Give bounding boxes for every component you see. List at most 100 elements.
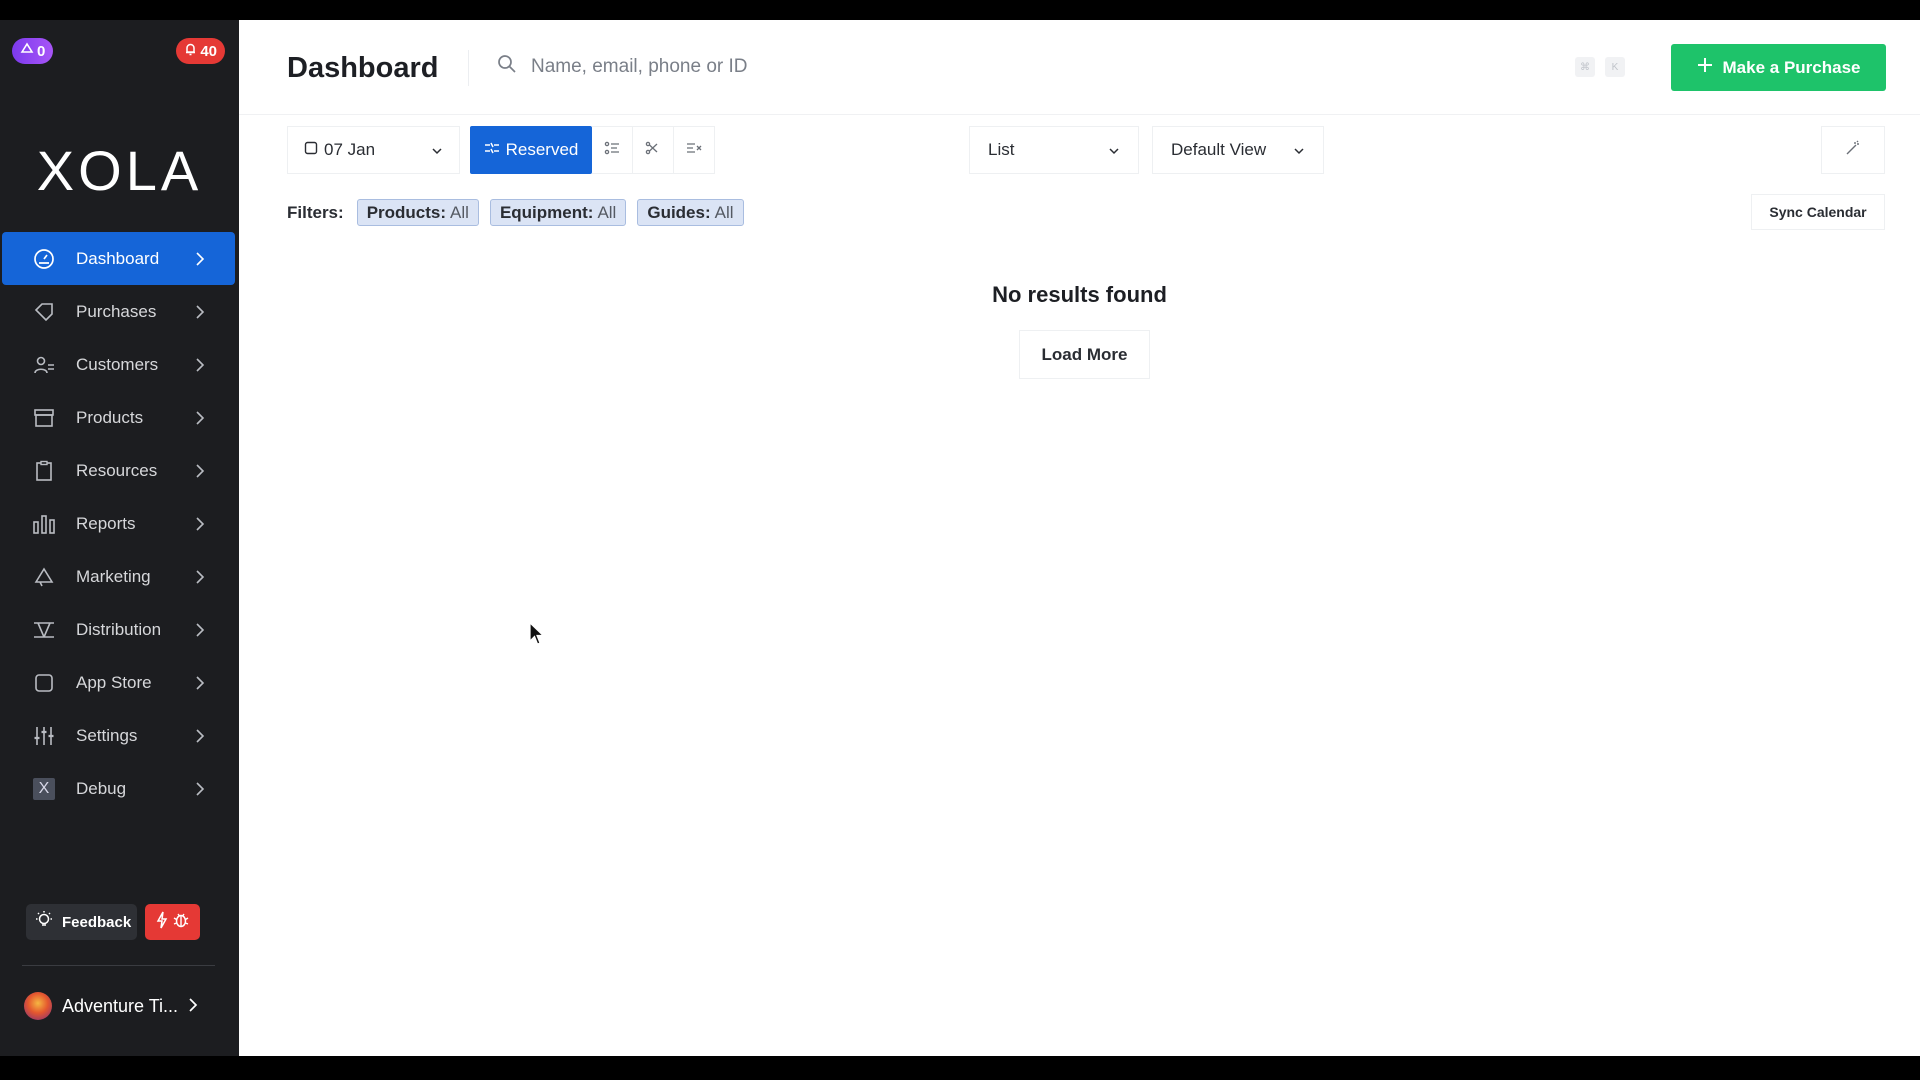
sidebar-item-marketing[interactable]: Marketing	[2, 550, 235, 603]
search-input[interactable]: Name, email, phone or ID	[531, 56, 748, 78]
account-name: Adventure Ti...	[62, 995, 179, 1016]
sidebar-item-label: Customers	[76, 354, 159, 374]
account-switcher[interactable]: Adventure Ti...	[24, 992, 198, 1020]
filter-chip-products[interactable]: Products: All	[356, 199, 479, 226]
clipboard-icon	[30, 460, 58, 482]
filter-chip-equipment[interactable]: Equipment: All	[489, 199, 627, 226]
sidebar-item-dashboard[interactable]: Dashboard	[2, 232, 235, 285]
sidebar-item-app-store[interactable]: App Store	[2, 656, 235, 709]
command-key: ⌘	[1575, 57, 1595, 77]
date-label: 07 Jan	[324, 140, 376, 159]
title-divider	[468, 50, 469, 86]
chip-key: Guides:	[647, 202, 711, 222]
mouse-cursor-icon	[529, 621, 545, 651]
page-title: Dashboard	[287, 52, 439, 84]
app-frame: 0 40 XOLA Dashboard Purchases Customers …	[0, 20, 1920, 1056]
view-mode-label: List	[988, 140, 1015, 159]
chip-key: Products:	[366, 202, 447, 222]
global-search[interactable]: Name, email, phone or ID	[497, 54, 748, 79]
chevron-right-icon	[193, 622, 207, 637]
sidebar-nav: Dashboard Purchases Customers Products R…	[2, 232, 235, 815]
header-divider	[239, 114, 1920, 115]
filters-label: Filters:	[287, 202, 344, 222]
sidebar-divider	[22, 965, 215, 966]
filters-bar: Filters: Products: All Equipment: All Gu…	[287, 199, 744, 226]
avatar	[24, 992, 52, 1020]
saved-view-label: Default View	[1171, 140, 1267, 159]
notification-badge[interactable]: 0	[12, 38, 54, 64]
make-purchase-button[interactable]: Make a Purchase	[1671, 44, 1886, 91]
tag-icon	[30, 301, 58, 323]
plus-icon	[1697, 57, 1713, 78]
sliders-icon	[30, 725, 58, 747]
toolbar: 07 Jan Reserved List Default View	[239, 126, 1920, 174]
sidebar-item-resources[interactable]: Resources	[2, 444, 235, 497]
sidebar-item-label: Products	[76, 407, 144, 427]
sidebar-item-label: Dashboard	[76, 248, 160, 268]
sidebar-item-label: Distribution	[76, 619, 162, 639]
chevron-down-icon	[1108, 140, 1120, 160]
magic-wand-icon	[1845, 140, 1861, 161]
chevron-down-icon	[431, 140, 443, 160]
view-mode-select[interactable]: List	[969, 126, 1139, 174]
empty-state-message: No results found	[992, 282, 1167, 307]
alerts-count: 40	[200, 42, 217, 60]
main-content: Dashboard Name, email, phone or ID ⌘ K M…	[239, 20, 1920, 1056]
status-option-4[interactable]	[674, 126, 715, 174]
chevron-right-icon	[188, 996, 198, 1017]
alert-bell-icon	[184, 42, 197, 60]
lightbulb-icon	[34, 910, 54, 934]
chip-value: All	[597, 202, 617, 222]
saved-view-select[interactable]: Default View	[1152, 126, 1324, 174]
box-icon	[30, 407, 58, 429]
checklist-icon	[604, 141, 620, 160]
sync-calendar-button[interactable]: Sync Calendar	[1751, 194, 1885, 230]
reserved-filter-button[interactable]: Reserved	[470, 126, 592, 174]
alerts-badge[interactable]: 40	[176, 38, 225, 64]
chevron-right-icon	[193, 463, 207, 478]
lightning-icon	[156, 911, 168, 934]
search-icon	[497, 54, 517, 79]
feedback-row: Feedback	[26, 904, 201, 940]
magic-wand-button[interactable]	[1821, 126, 1885, 174]
sidebar-item-label: Marketing	[76, 566, 151, 586]
users-icon	[30, 354, 58, 376]
distribution-icon	[30, 619, 58, 641]
xola-logo[interactable]: XOLA	[0, 138, 239, 203]
feedback-button[interactable]: Feedback	[26, 904, 138, 940]
sidebar-item-label: Purchases	[76, 301, 157, 321]
status-option-3[interactable]	[633, 126, 674, 174]
top-badges: 0 40	[12, 38, 225, 64]
sidebar-item-settings[interactable]: Settings	[2, 709, 235, 762]
megaphone-icon	[30, 566, 58, 588]
date-picker[interactable]: 07 Jan	[287, 126, 460, 174]
chevron-down-icon	[1293, 140, 1305, 160]
chevron-right-icon	[193, 357, 207, 372]
debug-icon-slot: X	[30, 777, 58, 800]
sidebar-item-distribution[interactable]: Distribution	[2, 603, 235, 656]
filter-chip-guides[interactable]: Guides: All	[637, 199, 744, 226]
dashboard-icon	[30, 248, 58, 270]
status-segmented-control: Reserved	[470, 126, 715, 174]
chevron-right-icon	[193, 728, 207, 743]
chevron-right-icon	[193, 675, 207, 690]
bell-icon	[20, 42, 34, 60]
chevron-right-icon	[193, 410, 207, 425]
checklist-scissor-icon	[645, 141, 661, 160]
sidebar-item-reports[interactable]: Reports	[2, 497, 235, 550]
sidebar-item-purchases[interactable]: Purchases	[2, 285, 235, 338]
sidebar-item-label: Debug	[76, 778, 127, 798]
load-more-button[interactable]: Load More	[1019, 330, 1150, 379]
sidebar-item-customers[interactable]: Customers	[2, 338, 235, 391]
k-key: K	[1605, 57, 1625, 77]
chevron-right-icon	[193, 304, 207, 319]
filter-lines-icon	[484, 140, 500, 160]
chip-value: All	[450, 202, 469, 222]
chip-key: Equipment:	[499, 202, 594, 222]
report-bug-button[interactable]	[145, 904, 201, 940]
chevron-right-icon	[193, 569, 207, 584]
sidebar: 0 40 XOLA Dashboard Purchases Customers …	[0, 20, 239, 1056]
sidebar-item-debug[interactable]: X Debug	[2, 762, 235, 815]
status-option-2[interactable]	[592, 126, 633, 174]
sidebar-item-products[interactable]: Products	[2, 391, 235, 444]
